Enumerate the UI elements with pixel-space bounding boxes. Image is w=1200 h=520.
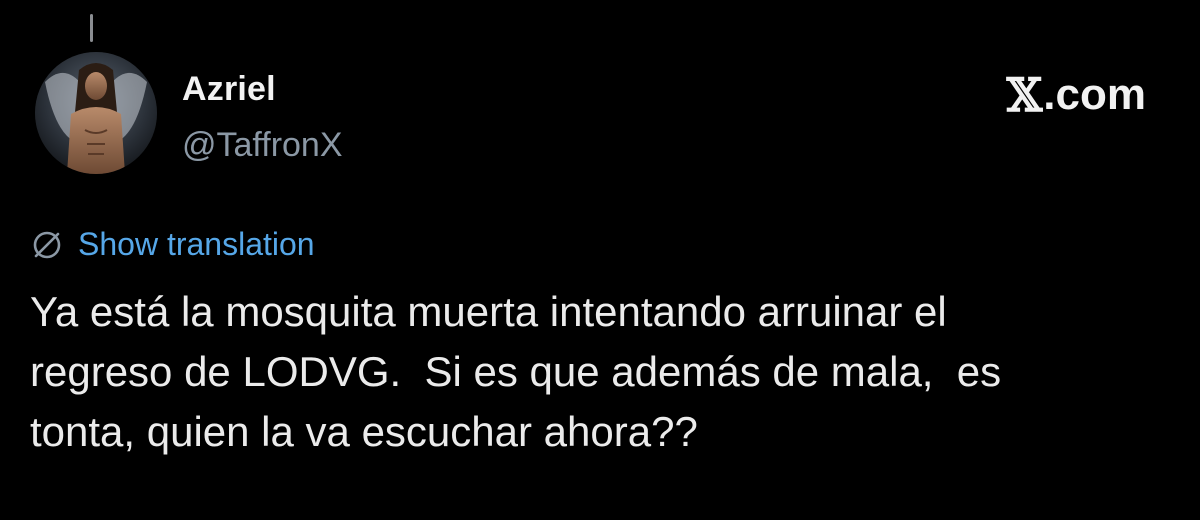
show-translation-link[interactable]: Show translation <box>30 226 315 263</box>
thread-connector-line <box>90 14 93 42</box>
brand-logo: 𝕏 .com <box>1007 68 1146 122</box>
avatar-image <box>35 52 157 174</box>
translate-globe-icon <box>33 231 61 258</box>
avatar[interactable] <box>35 52 157 174</box>
author-handle[interactable]: @TaffronX <box>182 126 343 165</box>
x-logo-icon: 𝕏 <box>1006 68 1043 122</box>
tweet-text: Ya está la mosquita muerta intentando ar… <box>30 288 1002 455</box>
author-display-name[interactable]: Azriel <box>182 70 276 109</box>
show-translation-label[interactable]: Show translation <box>78 226 315 263</box>
brand-label: .com <box>1043 70 1146 119</box>
